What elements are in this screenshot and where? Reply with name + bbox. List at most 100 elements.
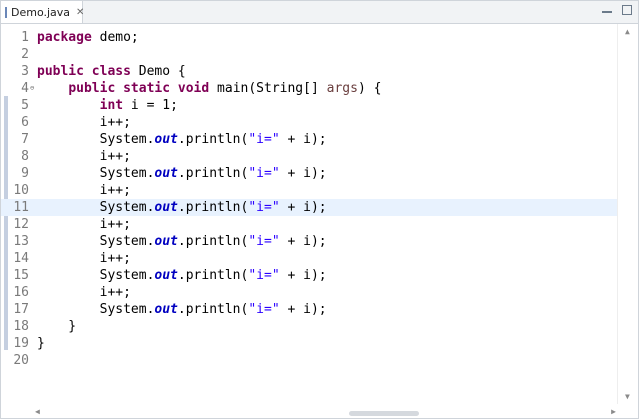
- scroll-down-icon[interactable]: ▼: [625, 392, 630, 401]
- line-number: 10: [13, 183, 29, 198]
- code-token: i = 1;: [123, 98, 178, 113]
- line-number: 2: [21, 47, 29, 62]
- window-controls: [602, 5, 632, 15]
- code-token: out: [154, 268, 178, 283]
- code-token: "i=": [248, 302, 280, 317]
- close-icon[interactable]: ✕: [76, 7, 84, 18]
- vertical-scrollbar[interactable]: ▲ ▼: [617, 24, 638, 404]
- scroll-up-icon[interactable]: ▲: [625, 27, 630, 36]
- scroll-left-icon[interactable]: ◀: [35, 407, 40, 416]
- code-line[interactable]: 18 }: [1, 318, 618, 335]
- code-line[interactable]: 15 System.out.println("i=" + i);: [1, 267, 618, 284]
- code-token: + i);: [279, 234, 327, 249]
- line-number: 5: [21, 98, 29, 113]
- code-line[interactable]: 14 i++;: [1, 250, 618, 267]
- code-line[interactable]: 20: [1, 352, 618, 369]
- code-token: void: [177, 81, 210, 96]
- code-token: package: [37, 30, 92, 45]
- code-token: i++;: [37, 149, 131, 164]
- code-token: System.: [37, 234, 155, 249]
- code-token: .println(: [177, 268, 249, 283]
- code-token: "i=": [248, 234, 280, 249]
- line-number: 12: [13, 217, 29, 232]
- line-number: 20: [13, 353, 29, 368]
- line-number: 7: [21, 132, 29, 147]
- code-line[interactable]: 6 i++;: [1, 114, 618, 131]
- code-line[interactable]: 19}: [1, 335, 618, 352]
- line-number: 3: [21, 64, 29, 79]
- code-text: i++;: [37, 216, 618, 233]
- code-token: i++;: [37, 183, 131, 198]
- code-token: public: [37, 64, 84, 79]
- code-line[interactable]: 5 int i = 1;: [1, 97, 618, 114]
- code-line[interactable]: 4 ⊖ public static void main(String[] args…: [1, 80, 618, 97]
- code-token: class: [91, 64, 131, 79]
- code-token: out: [154, 234, 178, 249]
- code-token: "i=": [248, 200, 280, 215]
- code-token: "i=": [248, 132, 280, 147]
- code-token: + i);: [279, 268, 327, 283]
- code-line[interactable]: 17 System.out.println("i=" + i);: [1, 301, 618, 318]
- code-line[interactable]: 13 System.out.println("i=" + i);: [1, 233, 618, 250]
- code-line[interactable]: 12 i++;: [1, 216, 618, 233]
- minimize-icon[interactable]: [602, 5, 612, 13]
- code-token: ) {: [357, 81, 382, 96]
- code-editor[interactable]: 1 package demo; 2 3 public class Demo {4 ⊖ pu…: [1, 24, 618, 404]
- code-text: }: [37, 335, 618, 352]
- code-text: i++;: [37, 182, 618, 199]
- code-text: i++;: [37, 250, 618, 267]
- code-token: public: [68, 81, 116, 96]
- line-number: 13: [13, 234, 29, 249]
- line-number: 4: [21, 81, 29, 96]
- code-line[interactable]: 11 System.out.println("i=" + i);: [1, 199, 618, 216]
- scroll-right-icon[interactable]: ▶: [611, 407, 616, 416]
- line-number: 18: [13, 319, 29, 334]
- code-token: "i=": [248, 166, 280, 181]
- code-token: i++;: [37, 217, 131, 232]
- horizontal-scroll-thumb[interactable]: [349, 411, 419, 416]
- code-line[interactable]: 9 System.out.println("i=" + i);: [1, 165, 618, 182]
- code-text: i++;: [37, 114, 618, 131]
- code-text: System.out.println("i=" + i);: [37, 267, 618, 284]
- maximize-icon[interactable]: [622, 5, 632, 15]
- code-token: + i);: [279, 200, 327, 215]
- code-token: i++;: [37, 285, 131, 300]
- code-text: i++;: [37, 284, 618, 301]
- code-text: }: [37, 318, 618, 335]
- code-text: System.out.println("i=" + i);: [37, 199, 618, 216]
- line-number: 14: [13, 251, 29, 266]
- line-number: 16: [13, 285, 29, 300]
- code-text: System.out.println("i=" + i);: [37, 131, 618, 148]
- code-token: .println(: [177, 302, 249, 317]
- code-token: args: [326, 81, 358, 96]
- horizontal-scrollbar[interactable]: ◀ ▶: [29, 404, 618, 418]
- code-token: }: [37, 319, 77, 334]
- tab-bar: Demo.java ✕: [1, 1, 638, 24]
- code-line[interactable]: 7 System.out.println("i=" + i);: [1, 131, 618, 148]
- code-text: System.out.println("i=" + i);: [37, 301, 618, 318]
- code-token: out: [154, 132, 178, 147]
- code-text: System.out.println("i=" + i);: [37, 165, 618, 182]
- code-token: .println(: [177, 132, 249, 147]
- line-number: 19: [13, 336, 29, 351]
- fold-collapse-icon[interactable]: ⊖: [30, 80, 34, 97]
- code-line[interactable]: 1 package demo;: [1, 29, 618, 46]
- code-line[interactable]: 2: [1, 46, 618, 63]
- code-token: int: [99, 98, 124, 113]
- code-line[interactable]: 10 i++;: [1, 182, 618, 199]
- code-token: out: [154, 166, 178, 181]
- code-text: package demo;: [37, 29, 618, 46]
- code-token: .println(: [177, 200, 249, 215]
- code-line[interactable]: 3 public class Demo {: [1, 63, 618, 80]
- code-token: + i);: [279, 132, 327, 147]
- code-token: i++;: [37, 115, 131, 130]
- code-token: .println(: [177, 166, 249, 181]
- line-number: 9: [21, 166, 29, 181]
- code-line[interactable]: 16 i++;: [1, 284, 618, 301]
- tab-demo-java[interactable]: Demo.java ✕: [1, 1, 84, 23]
- code-line[interactable]: 8 i++;: [1, 148, 618, 165]
- code-token: static: [123, 81, 171, 96]
